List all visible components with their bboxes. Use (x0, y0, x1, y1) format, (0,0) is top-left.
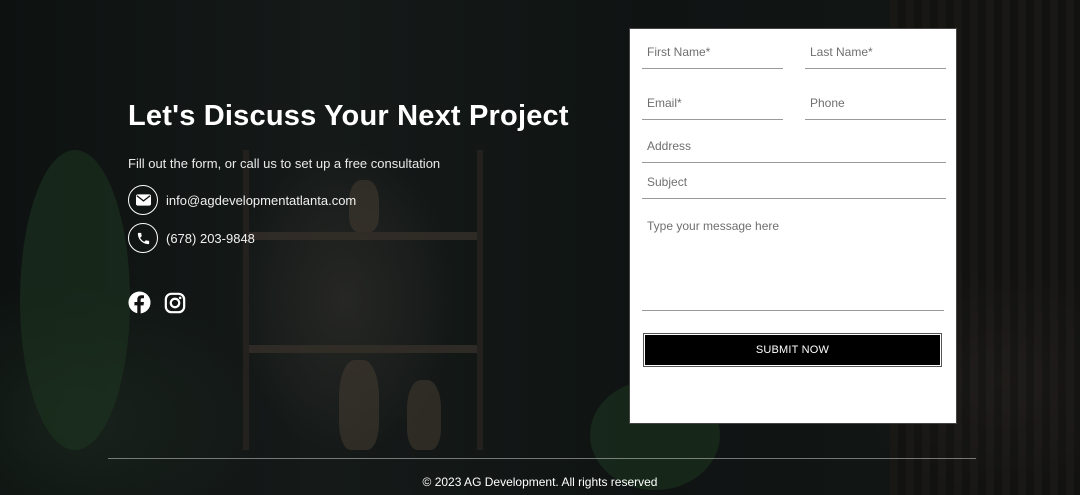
last-name-placeholder: Last Name* (810, 45, 873, 59)
footer-copyright: © 2023 AG Development. All rights reserv… (422, 475, 658, 489)
subject-field[interactable]: Subject (642, 175, 946, 199)
message-placeholder: Type your message here (647, 219, 780, 233)
phone-placeholder: Phone (810, 96, 845, 110)
subject-placeholder: Subject (647, 175, 688, 189)
last-name-field[interactable]: Last Name* (805, 45, 946, 69)
first-name-placeholder: First Name* (647, 45, 711, 59)
envelope-icon (128, 185, 158, 215)
address-placeholder: Address (647, 139, 692, 153)
submit-button[interactable]: SUBMIT NOW (643, 333, 942, 367)
phone-field[interactable]: Phone (805, 96, 946, 120)
contact-info-section: Let's Discuss Your Next Project Fill out… (128, 96, 588, 314)
background-vase (407, 380, 441, 450)
first-name-field[interactable]: First Name* (642, 45, 783, 69)
message-textarea[interactable]: Type your message here (642, 219, 944, 311)
instagram-icon[interactable] (163, 291, 186, 314)
page-title: Let's Discuss Your Next Project (128, 100, 569, 132)
email-contact-row[interactable]: info@agdevelopmentatlanta.com (128, 185, 588, 215)
page-subtitle: Fill out the form, or call us to set up … (128, 156, 441, 171)
phone-link[interactable]: (678) 203-9848 (166, 231, 255, 246)
contact-form: First Name* Last Name* Email* Phone Addr… (629, 28, 957, 424)
footer-divider (108, 458, 976, 459)
phone-icon (128, 223, 158, 253)
background-shelf-board (249, 345, 477, 353)
email-link[interactable]: info@agdevelopmentatlanta.com (166, 193, 356, 208)
phone-contact-row[interactable]: (678) 203-9848 (128, 223, 588, 253)
background-plant (20, 150, 130, 450)
facebook-icon[interactable] (128, 291, 151, 314)
email-field[interactable]: Email* (642, 96, 783, 120)
background-vase (339, 360, 379, 450)
social-links (128, 291, 588, 314)
address-field[interactable]: Address (642, 139, 946, 163)
email-placeholder: Email* (647, 96, 682, 110)
